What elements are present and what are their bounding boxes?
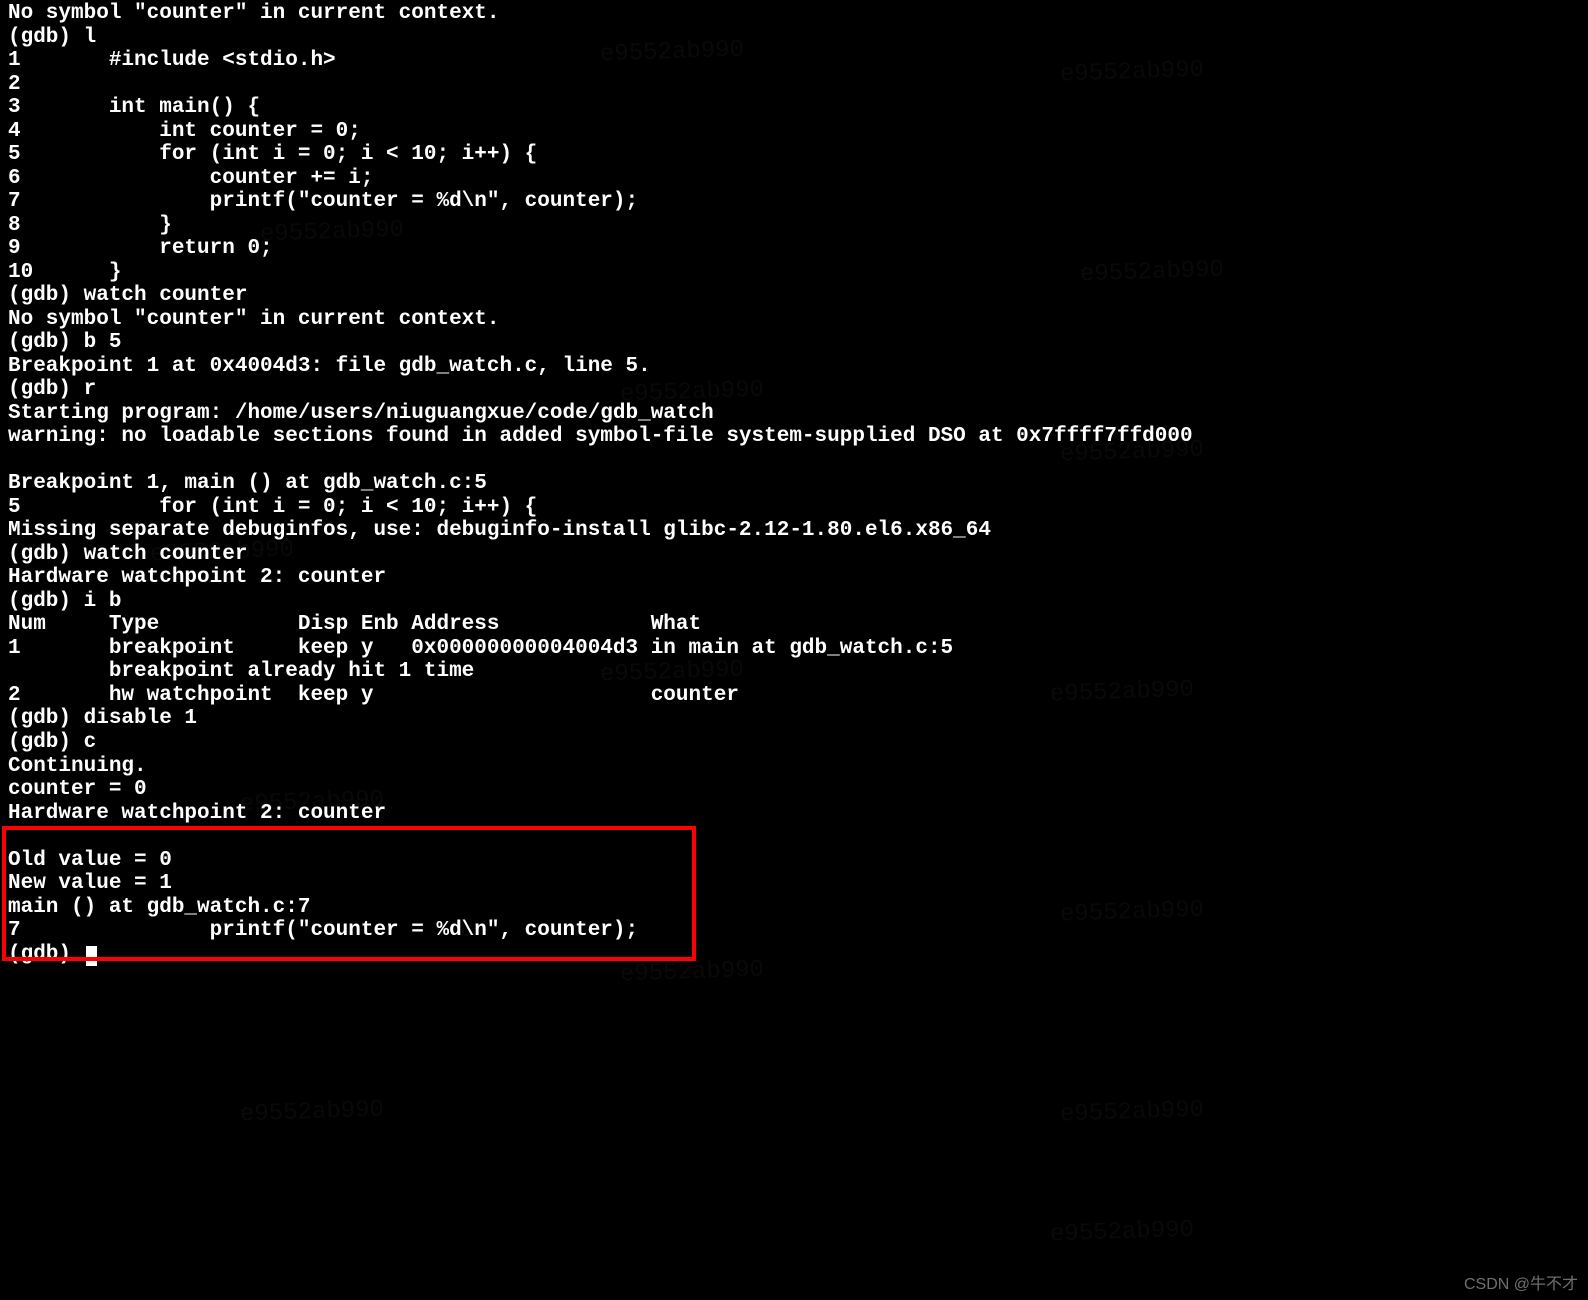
terminal-line: No symbol "counter" in current context. [8,2,1580,26]
terminal-line: main () at gdb_watch.c:7 [8,896,1580,920]
terminal-line: 2 [8,73,1580,97]
terminal-line: (gdb) [8,943,1580,967]
terminal-line: (gdb) i b [8,590,1580,614]
terminal-line: Hardware watchpoint 2: counter [8,802,1580,826]
terminal-line: 5 for (int i = 0; i < 10; i++) { [8,143,1580,167]
terminal-line: breakpoint already hit 1 time [8,660,1580,684]
watermark-text: e9552ab990 [240,1097,385,1129]
text-cursor [86,946,97,966]
watermark-text: e9552ab990 [1060,1097,1205,1129]
terminal-line: 6 counter += i; [8,167,1580,191]
terminal-line: warning: no loadable sections found in a… [8,425,1580,449]
terminal-line: Breakpoint 1 at 0x4004d3: file gdb_watch… [8,355,1580,379]
terminal-line: (gdb) c [8,731,1580,755]
terminal-line: Starting program: /home/users/niuguangxu… [8,402,1580,426]
terminal-line: (gdb) r [8,378,1580,402]
terminal-line: Missing separate debuginfos, use: debugi… [8,519,1580,543]
terminal-line: 7 printf("counter = %d\n", counter); [8,190,1580,214]
terminal-line: (gdb) watch counter [8,284,1580,308]
terminal-line: Continuing. [8,755,1580,779]
terminal-line: (gdb) l [8,26,1580,50]
terminal-line: New value = 1 [8,872,1580,896]
terminal-line: (gdb) disable 1 [8,707,1580,731]
terminal-line: Old value = 0 [8,849,1580,873]
terminal-line: 2 hw watchpoint keep y counter [8,684,1580,708]
terminal-output[interactable]: No symbol "counter" in current context.(… [0,0,1588,966]
terminal-line: 5 for (int i = 0; i < 10; i++) { [8,496,1580,520]
terminal-line: (gdb) watch counter [8,543,1580,567]
terminal-line: 7 printf("counter = %d\n", counter); [8,919,1580,943]
terminal-line: 9 return 0; [8,237,1580,261]
terminal-line: 10 } [8,261,1580,285]
terminal-line: Breakpoint 1, main () at gdb_watch.c:5 [8,472,1580,496]
terminal-line: 3 int main() { [8,96,1580,120]
watermark-text: e9552ab990 [1050,1217,1195,1249]
terminal-line: 1 breakpoint keep y 0x00000000004004d3 i… [8,637,1580,661]
terminal-line: 1 #include <stdio.h> [8,49,1580,73]
terminal-line: No symbol "counter" in current context. [8,308,1580,332]
terminal-line: (gdb) b 5 [8,331,1580,355]
terminal-line: Hardware watchpoint 2: counter [8,566,1580,590]
terminal-line [8,825,1580,849]
terminal-line: 4 int counter = 0; [8,120,1580,144]
terminal-line: counter = 0 [8,778,1580,802]
terminal-line: 8 } [8,214,1580,238]
terminal-line: Num Type Disp Enb Address What [8,613,1580,637]
attribution-text: CSDN @牛不才 [1464,1276,1578,1294]
terminal-line [8,449,1580,473]
